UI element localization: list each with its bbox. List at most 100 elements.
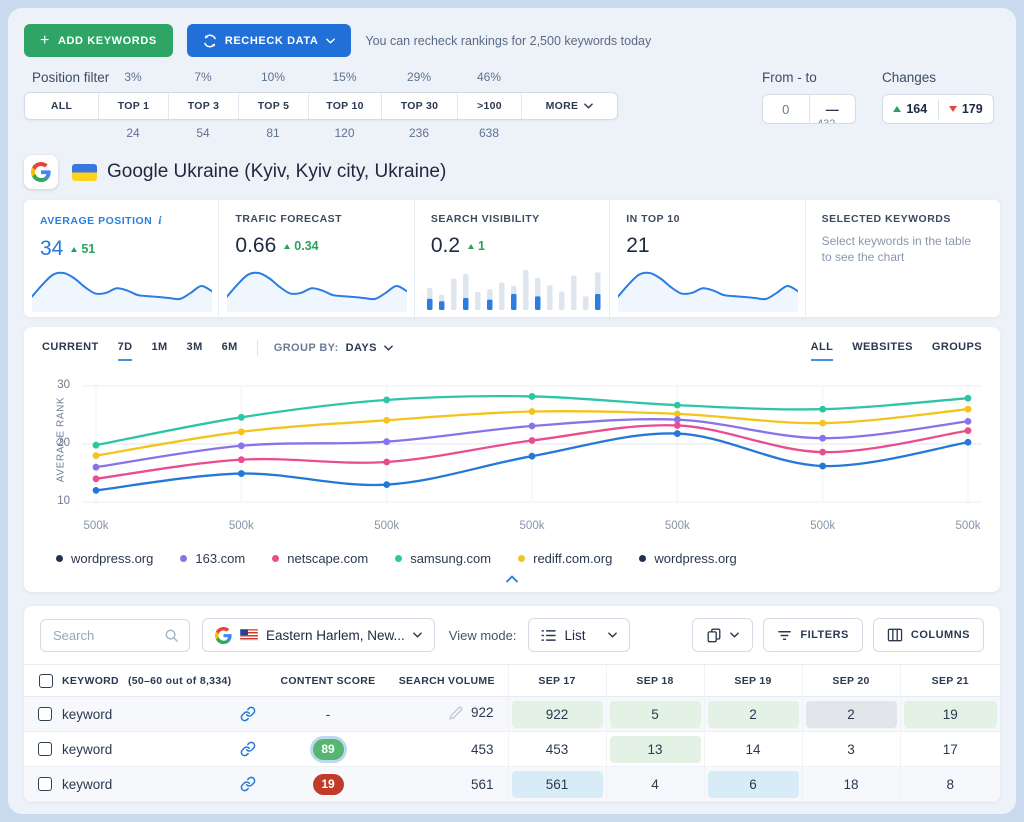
metric-card-label-text: TRAFIC FORECAST bbox=[235, 213, 342, 225]
scope-tab-all[interactable]: ALL bbox=[811, 341, 834, 361]
pencil-icon[interactable] bbox=[449, 706, 463, 720]
period-tab-3m[interactable]: 3M bbox=[187, 341, 203, 361]
legend-item-163-com[interactable]: 163.com bbox=[180, 551, 245, 566]
date-header-sep-20[interactable]: SEP 20 bbox=[802, 665, 900, 697]
position-filter-percent bbox=[521, 70, 616, 86]
date-header-sep-18[interactable]: SEP 18 bbox=[606, 665, 704, 697]
content-score-badge[interactable]: 89 bbox=[313, 739, 344, 760]
row-checkbox[interactable] bbox=[38, 707, 52, 721]
changes-label: Changes bbox=[882, 70, 994, 85]
link-icon[interactable] bbox=[240, 706, 256, 722]
copy-dropdown-button[interactable] bbox=[692, 618, 753, 652]
filters-button[interactable]: FILTERS bbox=[763, 618, 863, 652]
rank-cell-sep-18: 5 bbox=[606, 697, 704, 732]
chevron-down-icon bbox=[584, 103, 593, 109]
period-tab-7d[interactable]: 7D bbox=[118, 341, 133, 361]
add-keywords-button[interactable]: + ADD KEYWORDS bbox=[24, 24, 173, 57]
rank-cell-sep-17: 922 bbox=[508, 697, 606, 732]
sparkbar-chart bbox=[423, 266, 603, 312]
position-filter-tab-100[interactable]: >100 bbox=[458, 93, 522, 119]
rank-cell-sep-19: 2 bbox=[704, 697, 802, 732]
rank-value: 922 bbox=[512, 701, 603, 728]
search-volume-header[interactable]: SEARCH VOLUME bbox=[386, 665, 508, 697]
from-value[interactable]: 0 bbox=[763, 95, 809, 123]
content-score-header[interactable]: CONTENT SCORE bbox=[270, 665, 386, 697]
date-header-sep-19[interactable]: SEP 19 bbox=[704, 665, 802, 697]
select-all-checkbox[interactable] bbox=[39, 674, 53, 688]
rank-value: 561 bbox=[512, 771, 603, 798]
changes-down[interactable]: 179 bbox=[939, 95, 994, 123]
us-flag-icon bbox=[240, 629, 258, 641]
table-row: keyword1956156146188 bbox=[24, 767, 1000, 802]
content-score-badge[interactable]: 19 bbox=[313, 774, 344, 795]
legend-item-wordpress-org[interactable]: wordpress.org bbox=[56, 551, 153, 566]
position-filter-tab-top-1[interactable]: TOP 1 bbox=[99, 93, 169, 119]
position-filter-count bbox=[521, 126, 616, 142]
link-icon[interactable] bbox=[240, 741, 256, 757]
position-filter-tab-top-30[interactable]: TOP 30 bbox=[382, 93, 458, 119]
position-filter-percent: 15% bbox=[308, 70, 381, 86]
metric-card-search-visibility[interactable]: SEARCH VISIBILITY0.21 bbox=[415, 200, 610, 317]
row-checkbox[interactable] bbox=[38, 777, 52, 791]
tab-label: MORE bbox=[546, 100, 579, 112]
rank-cell-sep-21: 8 bbox=[900, 767, 1000, 802]
changes-group: Changes 164 179 bbox=[882, 70, 994, 142]
scope-tabs: ALL WEBSITES GROUPS bbox=[792, 341, 982, 361]
keyword-header: KEYWORD bbox=[62, 675, 119, 687]
position-filter-count: 120 bbox=[308, 126, 381, 142]
metric-card-label-text: SEARCH VISIBILITY bbox=[431, 213, 540, 225]
metric-card-label: SELECTED KEYWORDS bbox=[822, 213, 984, 225]
rank-value: 18 bbox=[806, 771, 897, 798]
rank-value: 6 bbox=[708, 771, 799, 798]
table-toolbar-right: FILTERS COLUMNS bbox=[692, 618, 984, 652]
period-tab-6m[interactable]: 6M bbox=[222, 341, 238, 361]
legend-item-netscape-com[interactable]: netscape.com bbox=[272, 551, 368, 566]
x-tick-label: 500k bbox=[219, 520, 263, 532]
position-filter-tab-more[interactable]: MORE bbox=[522, 93, 617, 119]
tab-label: TOP 30 bbox=[401, 100, 439, 112]
period-tab-1m[interactable]: 1M bbox=[151, 341, 167, 361]
metric-card-trafic-forecast[interactable]: TRAFIC FORECAST0.660.34 bbox=[219, 200, 414, 317]
collapse-chart-button[interactable] bbox=[42, 566, 982, 588]
position-filter-tab-top-10[interactable]: TOP 10 bbox=[309, 93, 382, 119]
position-filter-tabbar: ALLTOP 1TOP 3TOP 5TOP 10 TOP 30 >100 MORE bbox=[24, 92, 618, 120]
position-filter-percent: 7% bbox=[168, 70, 238, 86]
date-header-sep-21[interactable]: SEP 21 bbox=[900, 665, 1000, 697]
location-dropdown[interactable]: Eastern Harlem, New... bbox=[202, 618, 435, 652]
position-filter-tab-top-5[interactable]: TOP 5 bbox=[239, 93, 309, 119]
rank-cell-sep-20: 3 bbox=[802, 732, 900, 767]
columns-button[interactable]: COLUMNS bbox=[873, 618, 984, 652]
view-mode-dropdown[interactable]: List bbox=[528, 618, 629, 652]
metric-card-average-position[interactable]: AVERAGE POSITIONi3451 bbox=[24, 200, 219, 317]
link-icon[interactable] bbox=[240, 776, 256, 792]
legend-item-wordpress-org[interactable]: wordpress.org bbox=[639, 551, 736, 566]
metric-card-selected-keywords[interactable]: SELECTED KEYWORDS Select keywords in the … bbox=[806, 200, 1000, 317]
period-tab-current[interactable]: CURRENT bbox=[42, 341, 99, 361]
position-filter-count bbox=[24, 126, 98, 142]
keyword-cell-inner: keyword bbox=[24, 767, 270, 801]
metric-card-value: 21 bbox=[626, 234, 649, 258]
table-toolbar: Eastern Harlem, New... View mode: List F… bbox=[24, 618, 1000, 664]
changes-up[interactable]: 164 bbox=[883, 95, 938, 123]
keyword-range: (50–60 out of 8,334) bbox=[128, 675, 231, 687]
position-filter-tab-top-3[interactable]: TOP 3 bbox=[169, 93, 239, 119]
row-checkbox[interactable] bbox=[38, 742, 52, 756]
recheck-data-button[interactable]: RECHECK DATA bbox=[187, 24, 352, 57]
from-to-input[interactable]: 0 — 432 bbox=[762, 94, 856, 124]
legend-item-rediff-com-org[interactable]: rediff.com.org bbox=[518, 551, 612, 566]
location-value: Eastern Harlem, New... bbox=[266, 628, 405, 643]
legend-item-samsung-com[interactable]: samsung.com bbox=[395, 551, 491, 566]
group-by-dropdown[interactable]: GROUP BY: DAYS bbox=[274, 342, 393, 360]
position-filter-tab-all[interactable]: ALL bbox=[25, 93, 99, 119]
rank-value: 2 bbox=[708, 701, 799, 728]
scope-tab-groups[interactable]: GROUPS bbox=[932, 341, 982, 361]
metric-card-value: 0.2 bbox=[431, 234, 460, 258]
search-input[interactable] bbox=[51, 627, 164, 644]
x-axis-labels: 500k500k500k500k500k500k500k bbox=[42, 520, 982, 538]
metric-card-note: Select keywords in the table to see the … bbox=[822, 233, 984, 265]
metric-card-in-top-10[interactable]: IN TOP 1021 bbox=[610, 200, 805, 317]
content-score-cell: 89 bbox=[270, 732, 386, 767]
date-header-sep-17[interactable]: SEP 17 bbox=[508, 665, 606, 697]
ukraine-flag-icon bbox=[72, 164, 97, 181]
scope-tab-websites[interactable]: WEBSITES bbox=[852, 341, 913, 361]
